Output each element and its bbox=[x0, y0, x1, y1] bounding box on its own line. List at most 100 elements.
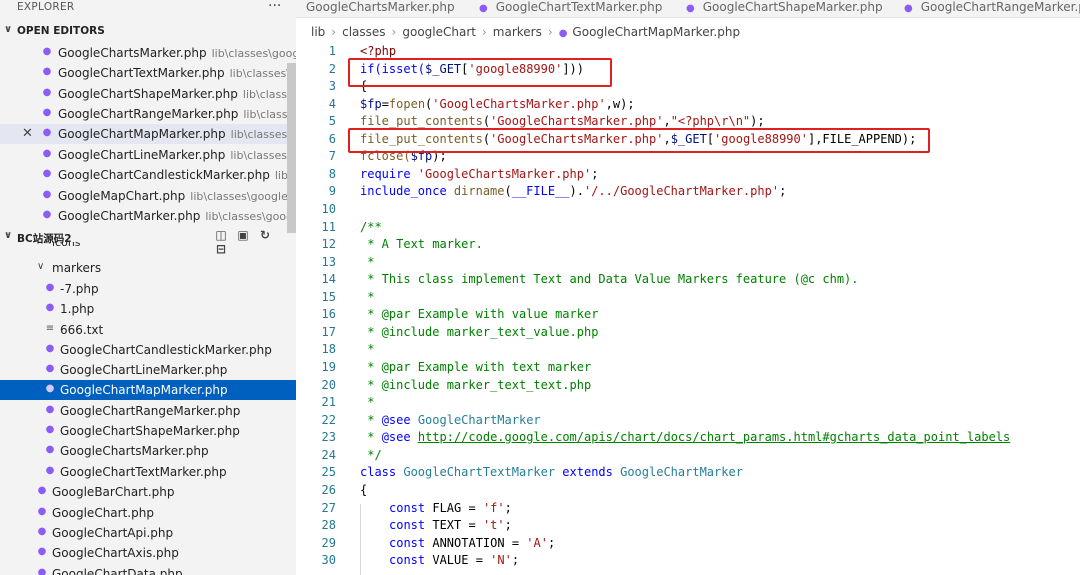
refresh-icon[interactable]: ↻ bbox=[254, 228, 276, 242]
close-icon[interactable]: ✕ bbox=[22, 126, 33, 141]
tree-file[interactable]: ● GoogleChartAxis.php bbox=[0, 543, 296, 563]
breadcrumb-item[interactable]: lib bbox=[311, 25, 325, 39]
code-line: * @see http://code.google.com/apis/chart… bbox=[360, 430, 1011, 444]
doc-link[interactable]: http://code.google.com/apis/chart/docs/c… bbox=[418, 430, 1010, 444]
line-number: 21 bbox=[321, 395, 336, 409]
line-number: 17 bbox=[321, 325, 336, 339]
php-file-icon: ● bbox=[904, 3, 913, 14]
code-line: class GoogleChartTextMarker extends Goog… bbox=[360, 465, 743, 479]
tree-file[interactable]: ● GoogleChartApi.php bbox=[0, 523, 296, 543]
new-folder-icon[interactable]: ▣ bbox=[232, 228, 254, 242]
tree-file[interactable]: ● GoogleChartRangeMarker.php bbox=[0, 401, 296, 421]
code-line: * @see GoogleChartMarker bbox=[360, 413, 541, 427]
tree-file[interactable]: ● 1.php bbox=[0, 299, 296, 319]
line-number: 6 bbox=[328, 132, 336, 146]
code-line: * @par Example with text marker bbox=[360, 360, 592, 374]
line-number: 22 bbox=[321, 413, 336, 427]
file-name: GoogleChartMapMarker.php bbox=[60, 383, 228, 397]
more-actions-icon[interactable]: ··· bbox=[268, 0, 281, 14]
tree-file[interactable]: ≡ 666.txt bbox=[0, 320, 296, 340]
line-number: 9 bbox=[328, 184, 336, 198]
breadcrumb-item[interactable]: classes bbox=[342, 25, 385, 39]
explorer-title: EXPLORER bbox=[17, 1, 75, 13]
line-number: 3 bbox=[328, 79, 336, 93]
code-line: require 'GoogleChartsMarker.php'; bbox=[360, 167, 599, 181]
chevron-down-icon: ∨ bbox=[4, 24, 13, 35]
line-number: 29 bbox=[321, 536, 336, 550]
tree-file[interactable]: ● GoogleChartsMarker.php bbox=[0, 441, 296, 461]
breadcrumb-item[interactable]: googleChart bbox=[402, 25, 476, 39]
php-file-icon: ● bbox=[45, 424, 55, 435]
breadcrumb-item[interactable]: GoogleChartMapMarker.php bbox=[572, 25, 740, 39]
line-number: 14 bbox=[321, 272, 336, 286]
open-editors-header[interactable]: ∨ OPEN EDITORS bbox=[0, 22, 296, 42]
code-line: * @par Example with value marker bbox=[360, 307, 599, 321]
indent-guide bbox=[360, 504, 361, 575]
file-name: GoogleChartCandlestickMarker.php bbox=[58, 168, 270, 182]
tree-file[interactable]: ● GoogleChartLineMarker.php bbox=[0, 360, 296, 380]
highlight-box-if-isset bbox=[348, 58, 612, 87]
tree-file[interactable]: ● -7.php bbox=[0, 279, 296, 299]
tree-folder-markers[interactable]: ∨ markers bbox=[0, 258, 296, 278]
line-number: 13 bbox=[321, 255, 336, 269]
code-line: * bbox=[360, 255, 375, 269]
line-number: 2 bbox=[328, 62, 336, 76]
breadcrumb-item[interactable]: markers bbox=[493, 25, 542, 39]
new-file-icon[interactable]: ◫ bbox=[210, 228, 232, 242]
php-file-icon: ● bbox=[37, 567, 47, 575]
tree-file[interactable]: ● GoogleChartTextMarker.php bbox=[0, 462, 296, 482]
tab-googlechartshapemarker[interactable]: ● GoogleChartShapeMarker.php bbox=[686, 0, 883, 17]
file-name: GoogleChartTextMarker.php bbox=[60, 465, 227, 479]
file-name: 666.txt bbox=[60, 323, 104, 337]
php-file-icon: ● bbox=[42, 127, 52, 138]
open-editor-item[interactable]: ● GoogleChartTextMarker.phplib\classes\g… bbox=[0, 63, 296, 83]
open-editor-item[interactable]: ● GoogleChartShapeMarker.phplib\classes\… bbox=[0, 84, 296, 104]
line-number: 28 bbox=[321, 518, 336, 532]
folder-name: markers bbox=[52, 261, 102, 275]
chevron-down-icon: ∨ bbox=[37, 261, 45, 272]
line-number: 16 bbox=[321, 307, 336, 321]
open-editor-item[interactable]: ● GoogleChartsMarker.php lib\classes\goog… bbox=[0, 43, 296, 63]
open-editor-item[interactable]: ● GoogleMapChart.php lib\classes\googleCh… bbox=[0, 186, 296, 206]
tab-googlechartrangemarker[interactable]: ● GoogleChartRangeMarker.php bbox=[904, 0, 1080, 17]
php-file-icon: ● bbox=[45, 465, 55, 476]
tab-googlechartsmarker[interactable]: GoogleChartsMarker.php bbox=[306, 0, 455, 17]
tree-file-selected[interactable]: ● GoogleChartMapMarker.php bbox=[0, 380, 296, 400]
php-file-icon: ● bbox=[37, 506, 47, 517]
line-number: 1 bbox=[328, 44, 336, 58]
file-name: GoogleBarChart.php bbox=[52, 485, 175, 499]
tree-file[interactable]: ● GoogleChartCandlestickMarker.php bbox=[0, 340, 296, 360]
tab-label: GoogleChartsMarker.php bbox=[306, 0, 455, 14]
open-editor-item-active[interactable]: ✕ ● GoogleChartMapMarker.php lib\classes\… bbox=[0, 124, 296, 144]
line-number: 10 bbox=[321, 202, 336, 216]
code-editor[interactable]: 1 2 3 4 5 6 7 8 9 10 11 12 13 14 15 16 1… bbox=[296, 42, 1080, 575]
file-name: GoogleChartMarker.php bbox=[58, 209, 201, 223]
file-name: GoogleChart.php bbox=[52, 506, 154, 520]
file-name: GoogleChartTextMarker.php bbox=[58, 66, 225, 80]
tree-folder-icons[interactable]: icons bbox=[0, 242, 296, 252]
line-number: 20 bbox=[321, 378, 336, 392]
open-editor-item[interactable]: ● GoogleChartLineMarker.php lib\classes\g… bbox=[0, 145, 296, 165]
code-line: * bbox=[360, 342, 375, 356]
code-line: { bbox=[360, 483, 368, 497]
line-number: 7 bbox=[328, 149, 336, 163]
tree-file[interactable]: ● GoogleBarChart.php bbox=[0, 482, 296, 502]
line-number: 12 bbox=[321, 237, 336, 251]
php-file-icon: ● bbox=[42, 148, 52, 159]
open-editor-item[interactable]: ● GoogleChartRangeMarker.phplib\classes\… bbox=[0, 104, 296, 124]
open-editors-label: OPEN EDITORS bbox=[17, 25, 105, 37]
tree-file[interactable]: ● GoogleChart.php bbox=[0, 503, 296, 523]
php-file-icon: ● bbox=[45, 343, 55, 354]
php-file-icon: ● bbox=[45, 444, 55, 455]
chevron-down-icon: ∨ bbox=[4, 230, 13, 241]
open-editor-item[interactable]: ● GoogleChartMarker.php lib\classes\googl… bbox=[0, 206, 296, 226]
tree-file[interactable]: ● GoogleChartShapeMarker.php bbox=[0, 421, 296, 441]
tab-googlecharttextmarker[interactable]: ● GoogleChartTextMarker.php bbox=[479, 0, 662, 17]
text-file-icon: ≡ bbox=[45, 323, 55, 334]
line-number: 4 bbox=[328, 97, 336, 111]
file-name: GoogleChartLineMarker.php bbox=[60, 363, 228, 377]
open-editor-item[interactable]: ● GoogleChartCandlestickMarker.phplib\cl… bbox=[0, 165, 296, 185]
tree-file[interactable]: ● GoogleChartData.php bbox=[0, 564, 296, 575]
scrollbar-thumb[interactable] bbox=[287, 63, 296, 233]
line-number: 24 bbox=[321, 448, 336, 462]
